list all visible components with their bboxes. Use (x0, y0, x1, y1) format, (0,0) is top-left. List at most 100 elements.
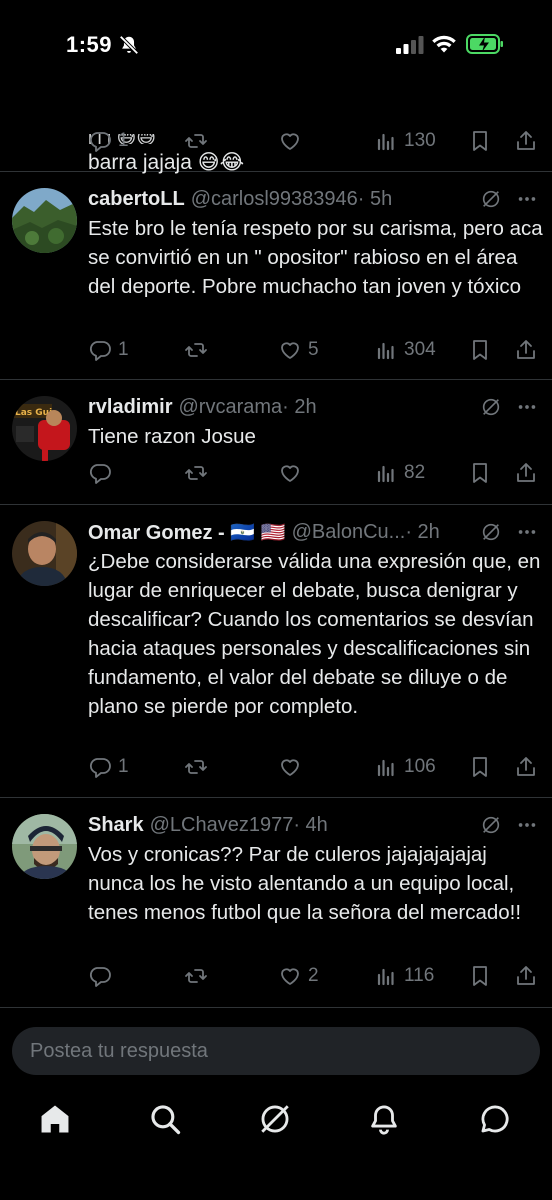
reply-input[interactable]: Postea tu respuesta (12, 1027, 540, 1075)
share-button[interactable] (514, 752, 544, 782)
grok-icon[interactable] (480, 814, 502, 836)
post-header: cabertoLL @carlosl99383946 · 5h (88, 185, 392, 213)
author-name[interactable]: cabertoLL (88, 188, 185, 211)
reply-icon (89, 464, 111, 484)
heart-icon (281, 759, 299, 776)
repost-icon (185, 760, 207, 774)
reply-button[interactable]: 1 (88, 752, 129, 782)
bookmark-button[interactable] (468, 458, 498, 488)
reply-button[interactable] (88, 961, 118, 991)
cellular-signal-icon (396, 36, 424, 54)
post-header: Shark @LChavez1977 · 4h (88, 811, 328, 839)
views-button[interactable]: 304 (374, 335, 436, 365)
grok-icon[interactable] (480, 521, 502, 543)
bookmark-button[interactable] (468, 335, 498, 365)
share-button[interactable] (514, 335, 544, 365)
views-icon (377, 342, 394, 360)
heart-icon (281, 465, 299, 482)
like-button[interactable] (278, 126, 308, 156)
grok-icon[interactable] (480, 188, 502, 210)
reply-count: 1 (118, 130, 129, 151)
bookmark-button[interactable] (468, 752, 498, 782)
messages-icon[interactable] (478, 1102, 512, 1136)
post[interactable]: Las Gui rvladimir @rvcarama · 2h Tiene r… (0, 380, 552, 505)
reply-icon (89, 132, 111, 152)
reply-icon (89, 967, 111, 987)
avatar-image: Las Gui (12, 396, 77, 461)
post-text: Vos y cronicas?? Par de culeros jajajaja… (88, 843, 522, 924)
share-icon (517, 757, 535, 776)
views-button[interactable]: 116 (374, 961, 434, 991)
share-button[interactable] (514, 961, 544, 991)
post-time: · 5h (357, 187, 393, 210)
post-text: Tiene razon Josue (88, 425, 256, 448)
grok-icon[interactable] (480, 396, 502, 418)
search-icon[interactable] (148, 1102, 182, 1136)
reply-icon (89, 758, 111, 778)
repost-button[interactable] (184, 335, 214, 365)
author-name[interactable]: rvladimir (88, 396, 172, 419)
like-button[interactable]: 5 (278, 335, 319, 365)
bookmark-icon (473, 966, 487, 986)
author-handle[interactable]: @LChavez1977 (150, 814, 294, 837)
views-icon (377, 465, 394, 483)
repost-button[interactable] (184, 458, 214, 488)
avatar-image (12, 814, 77, 879)
post[interactable]: Omar Gomez - 🇸🇻 🇺🇸 @BalonCu... · 2h ¿Deb… (0, 505, 552, 798)
more-options-icon[interactable] (516, 396, 538, 418)
avatar[interactable]: Las Gui (12, 396, 77, 461)
view-count: 130 (404, 130, 436, 151)
reply-button[interactable] (88, 458, 118, 488)
like-button[interactable] (278, 752, 308, 782)
home-icon[interactable] (38, 1102, 72, 1136)
views-icon (377, 759, 394, 777)
bookmark-button[interactable] (468, 961, 498, 991)
avatar[interactable] (12, 814, 77, 879)
grok-nav-icon[interactable] (258, 1102, 292, 1136)
repost-button[interactable] (184, 961, 214, 991)
author-handle[interactable]: @carlosl99383946 (191, 188, 358, 211)
like-button[interactable]: 2 (278, 961, 319, 991)
more-options-icon[interactable] (516, 188, 538, 210)
author-handle[interactable]: @rvcarama (178, 396, 282, 419)
like-count: 5 (308, 339, 319, 360)
share-icon (517, 340, 535, 359)
share-icon (517, 966, 535, 985)
avatar[interactable] (12, 521, 77, 586)
view-count: 116 (404, 965, 435, 986)
reply-count: 1 (118, 339, 129, 360)
reply-button[interactable]: 1 (88, 126, 129, 156)
post-header: rvladimir @rvcarama · 2h (88, 393, 317, 421)
bookmark-button[interactable] (468, 126, 498, 156)
like-count: 2 (308, 965, 319, 986)
partial-post[interactable]: j j j 😅😅 barra jajaja 😅😂 1 130 (0, 62, 552, 174)
like-button[interactable] (278, 458, 308, 488)
views-button[interactable]: 130 (374, 126, 436, 156)
bookmark-icon (473, 340, 487, 360)
more-options-icon[interactable] (516, 814, 538, 836)
view-count: 304 (404, 339, 436, 360)
post-actions: 1 130 (88, 126, 544, 156)
reply-button[interactable]: 1 (88, 335, 129, 365)
share-button[interactable] (514, 126, 544, 156)
views-button[interactable]: 106 (374, 752, 436, 782)
author-name[interactable]: Omar Gomez - 🇸🇻 🇺🇸 (88, 520, 286, 545)
author-handle[interactable]: @BalonCu... (292, 521, 406, 544)
share-button[interactable] (514, 458, 544, 488)
bell-slash-icon (119, 35, 139, 55)
view-count: 82 (404, 462, 426, 483)
views-button[interactable]: 82 (374, 458, 425, 488)
repost-button[interactable] (184, 126, 214, 156)
heart-icon (281, 342, 299, 359)
share-icon (517, 131, 535, 150)
more-options-icon[interactable] (516, 521, 538, 543)
avatar[interactable] (12, 188, 77, 253)
author-name[interactable]: Shark (88, 814, 144, 837)
post-time: · 4h (293, 813, 328, 836)
notifications-icon[interactable] (367, 1102, 401, 1136)
repost-button[interactable] (184, 752, 214, 782)
post[interactable]: Shark @LChavez1977 · 4h Vos y cronicas??… (0, 798, 552, 1008)
avatar-image (12, 521, 77, 586)
share-icon (517, 463, 535, 482)
post[interactable]: cabertoLL @carlosl99383946 · 5h Este bro… (0, 172, 552, 380)
